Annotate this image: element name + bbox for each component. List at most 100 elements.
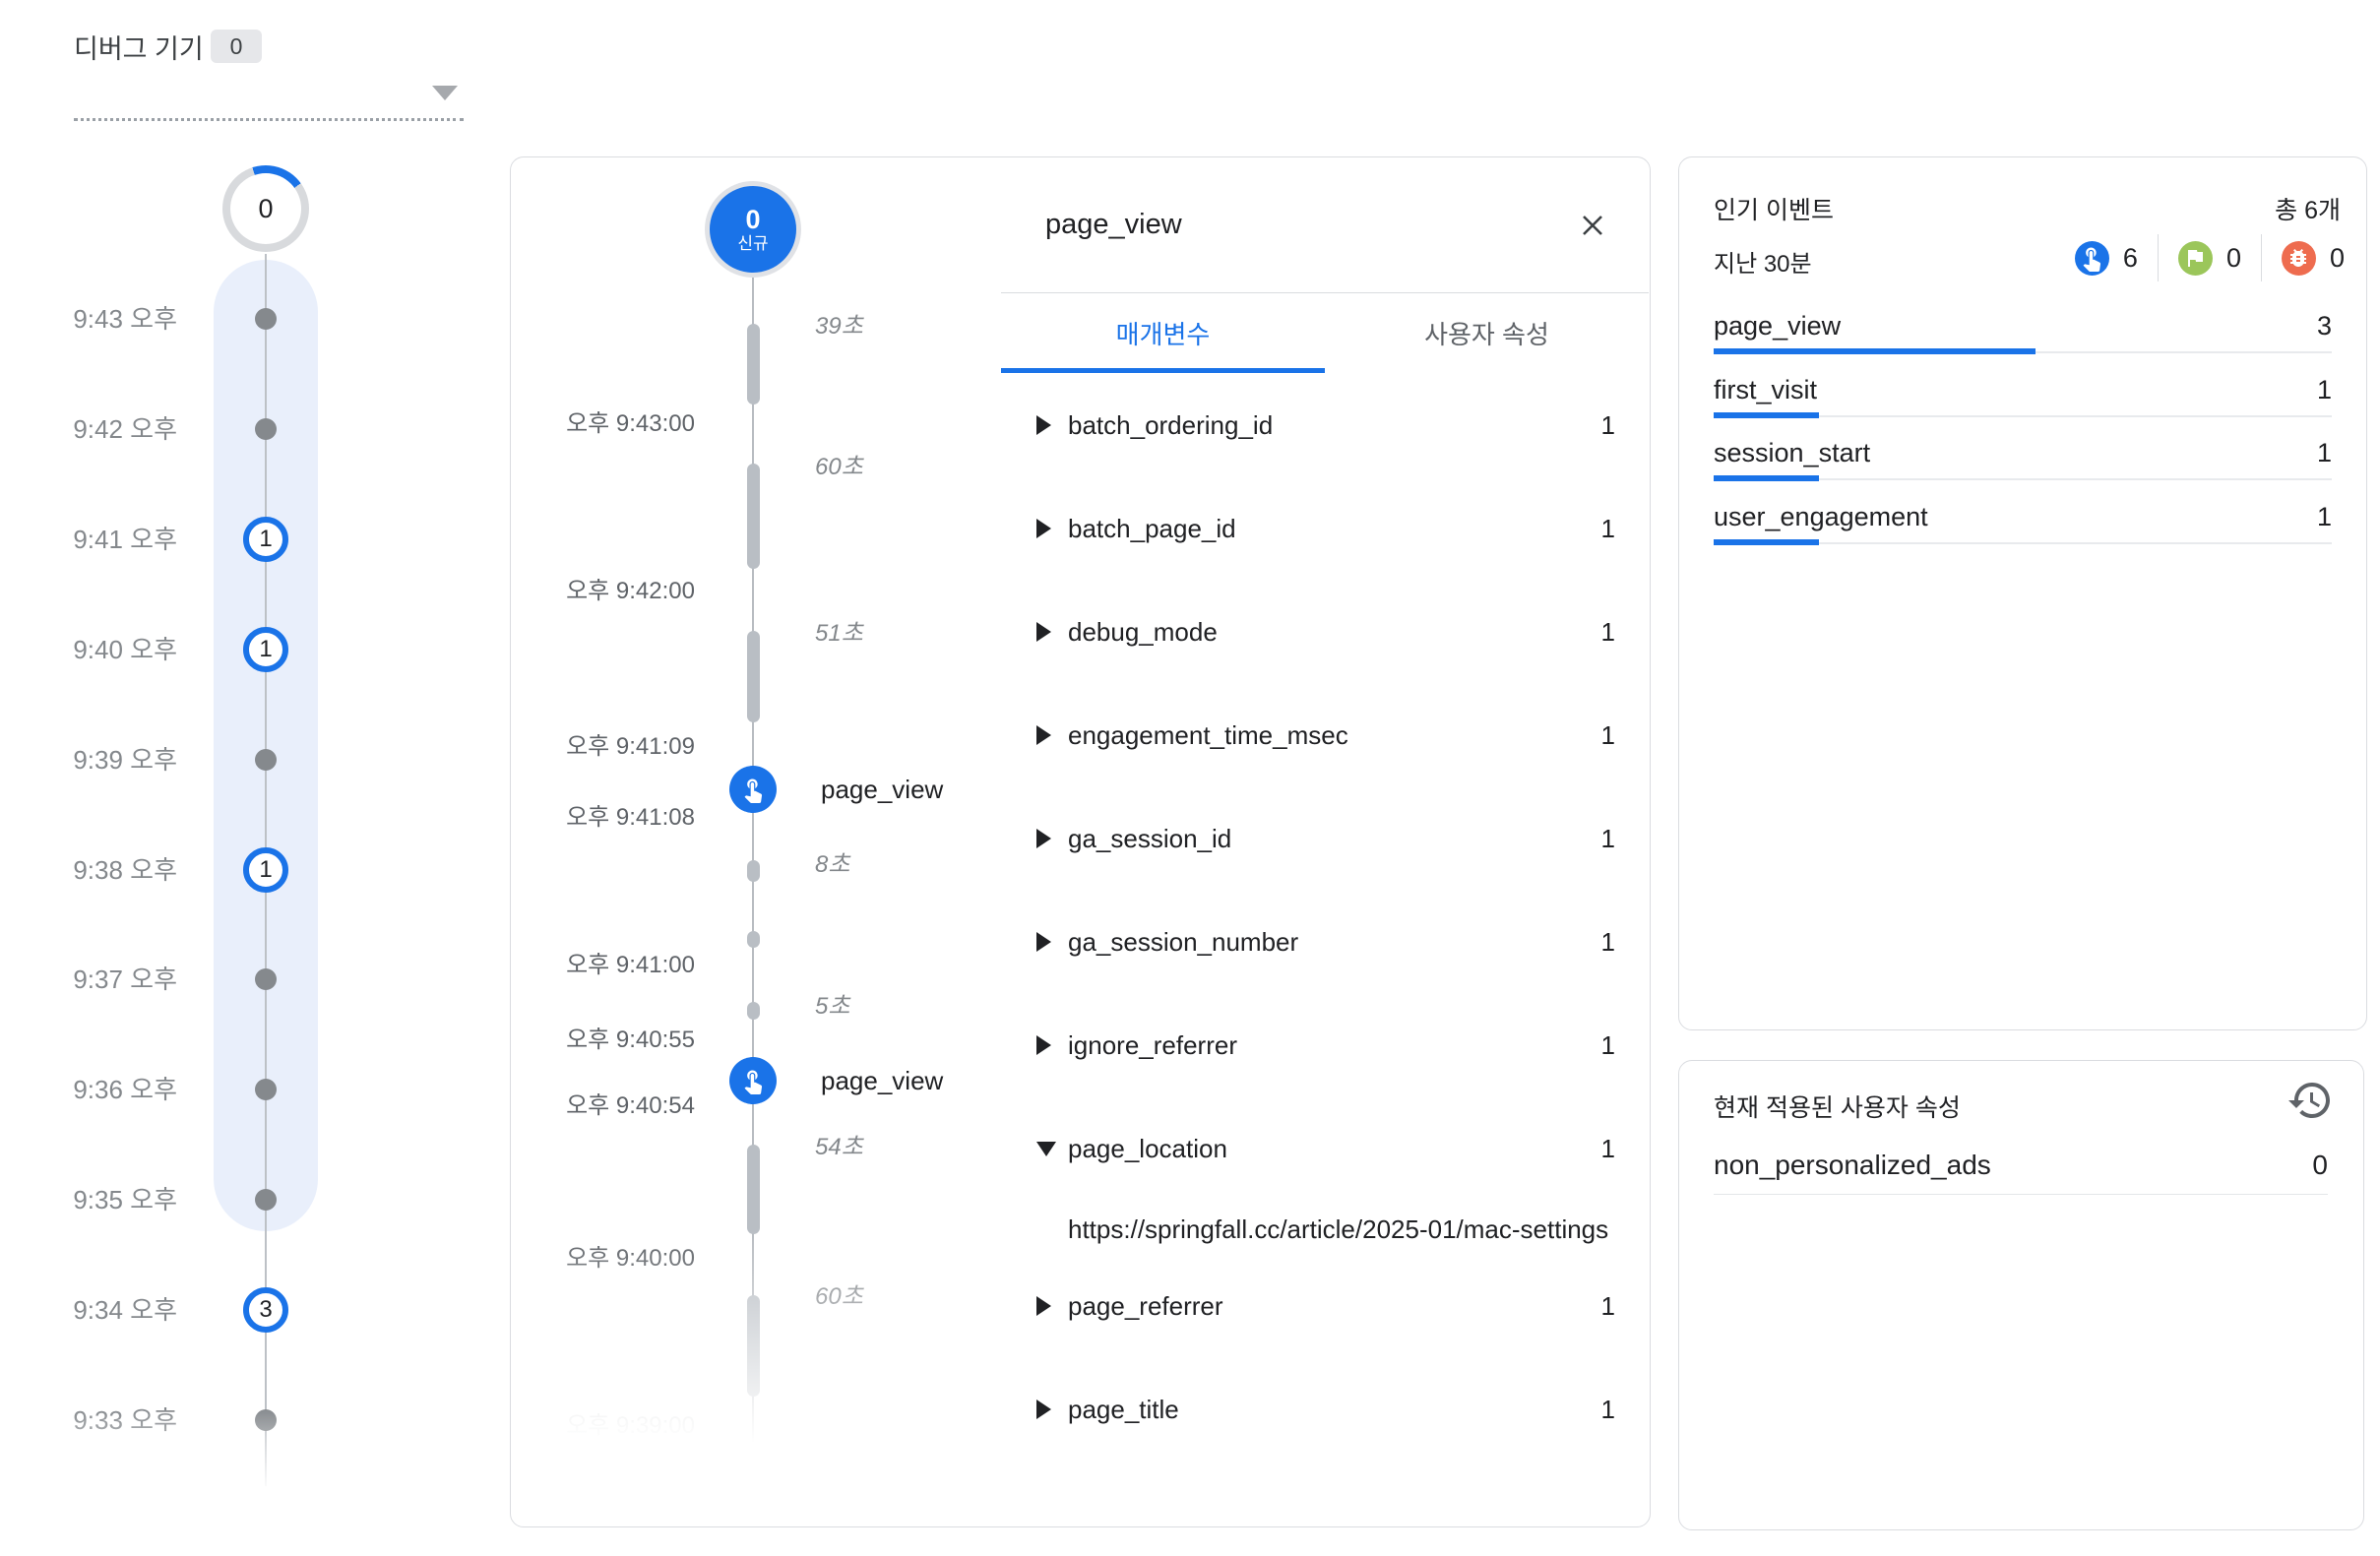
time-window-label: 지난 30분 (1714, 244, 1812, 279)
minute-time-label: 9:39 오후 (0, 734, 177, 785)
minute-event-badge[interactable]: 1 (243, 847, 288, 893)
minute-row: 9:35 오후 (0, 1174, 502, 1225)
tab-parameters[interactable]: 매개변수 (1001, 292, 1325, 373)
bug-icon-circle (2282, 241, 2316, 276)
engagement-segment (747, 1002, 760, 1020)
tap-icon (739, 776, 767, 803)
minute-dot (255, 1409, 277, 1431)
minute-row: 9:32 오후 (0, 1505, 502, 1556)
stream-event-icon[interactable] (729, 1057, 777, 1104)
minute-row: 9:43 오후 (0, 293, 502, 344)
minutes-summary-ring: 0 (222, 165, 309, 252)
param-count: 1 (1601, 409, 1615, 441)
param-name: debug_mode (1068, 616, 1601, 648)
param-name: ga_session_id (1068, 823, 1601, 854)
param-name: ignore_referrer (1068, 1029, 1601, 1061)
history-icon[interactable] (2286, 1077, 2334, 1124)
engagement-duration-label: 5초 (815, 992, 849, 1022)
user-property-rows: non_personalized_ads 0 (1714, 1140, 2328, 1195)
stream-timestamp: 오후 9:41:08 (511, 803, 695, 833)
minute-dot (255, 418, 277, 440)
minute-row: 9:41 오후 1 (0, 514, 502, 565)
param-row-expanded[interactable]: page_location 1 https://springfall.cc/ar… (1036, 1133, 1615, 1245)
minute-dot (255, 308, 277, 330)
minute-time-label: 9:35 오후 (0, 1174, 177, 1225)
param-row[interactable]: batch_page_id 1 (1036, 513, 1615, 544)
minute-row: 9:38 오후 1 (0, 844, 502, 896)
minute-event-badge[interactable]: 1 (243, 517, 288, 562)
bug-icon (2286, 246, 2310, 270)
device-select-dropdown[interactable] (74, 57, 464, 121)
param-count: 1 (1601, 1029, 1615, 1061)
user-property-row: non_personalized_ads 0 (1714, 1140, 2328, 1195)
minute-row: 9:42 오후 (0, 404, 502, 455)
top-event-row[interactable]: session_start 1 (1714, 432, 2332, 496)
expand-down-icon (1036, 1142, 1056, 1156)
event-type-counters: 6 0 0 (2075, 232, 2345, 283)
engagement-segment (747, 324, 760, 405)
event-stream-card: 오후 9:43:00오후 9:42:00오후 9:41:09오후 9:41:08… (510, 156, 1651, 1527)
param-row[interactable]: ignore_referrer 1 (1036, 1029, 1615, 1061)
param-list: batch_ordering_id 1 batch_page_id 1 debu… (1036, 409, 1615, 1497)
param-row[interactable]: ga_session_number 1 (1036, 926, 1615, 958)
minute-row: 9:36 오후 (0, 1064, 502, 1115)
minute-time-label: 9:40 오후 (0, 624, 177, 675)
expand-right-icon (1036, 829, 1051, 848)
stream-event-name[interactable]: page_view (821, 1065, 943, 1096)
param-name: engagement_time_msec (1068, 719, 1601, 751)
top-event-row[interactable]: first_visit 1 (1714, 369, 2332, 433)
param-row[interactable]: debug_mode 1 (1036, 616, 1615, 648)
stream-event-icon[interactable] (729, 766, 777, 813)
minute-event-badge[interactable]: 3 (243, 1287, 288, 1333)
expand-right-icon (1036, 622, 1051, 642)
minute-time-label: 9:41 오후 (0, 514, 177, 565)
param-count: 1 (1601, 1290, 1615, 1322)
event-counter[interactable]: 0 (2178, 241, 2241, 276)
top-event-row[interactable]: user_engagement 1 (1714, 496, 2332, 560)
top-event-row[interactable]: page_view 3 (1714, 305, 2332, 369)
minute-time-label: 9:36 오후 (0, 1064, 177, 1115)
counter-value: 0 (2330, 243, 2345, 274)
expand-right-icon (1036, 1296, 1051, 1316)
close-icon[interactable] (1576, 209, 1609, 242)
top-events-total: 총 6개 (2275, 191, 2341, 226)
stream-timestamp: 오후 9:41:00 (511, 951, 695, 980)
param-row[interactable]: ga_session_id 1 (1036, 823, 1615, 854)
minute-dot (255, 1520, 277, 1541)
param-row[interactable]: page_referrer 1 (1036, 1290, 1615, 1322)
event-count: 3 (2317, 311, 2332, 342)
minute-time-label: 9:33 오후 (0, 1395, 177, 1446)
event-name: user_engagement (1714, 502, 1928, 532)
event-counter[interactable]: 0 (2282, 241, 2345, 276)
engagement-segment (747, 1295, 760, 1397)
new-events-count: 0 (745, 205, 760, 234)
param-count: 1 (1601, 926, 1615, 958)
tap-icon-circle (2075, 241, 2109, 276)
tab-user-properties[interactable]: 사용자 속성 (1325, 292, 1649, 373)
stream-event-name[interactable]: page_view (821, 774, 943, 805)
stream-timestamp: 오후 9:43:00 (511, 409, 695, 439)
param-row[interactable]: engagement_time_msec 1 (1036, 719, 1615, 751)
minute-time-label: 9:38 오후 (0, 844, 177, 896)
event-name: page_view (1714, 311, 1841, 342)
counter-divider (2158, 234, 2159, 281)
minute-row: 9:39 오후 (0, 734, 502, 785)
expand-right-icon (1036, 725, 1051, 745)
event-counter[interactable]: 6 (2075, 241, 2138, 276)
counter-divider (2261, 234, 2262, 281)
param-count: 1 (1601, 823, 1615, 854)
counter-value: 0 (2226, 243, 2241, 274)
top-events-title: 인기 이벤트 (1714, 191, 1834, 226)
tap-icon (739, 1067, 767, 1094)
new-events-badge[interactable]: 0 신규 (705, 181, 801, 278)
engagement-segment (747, 631, 760, 722)
counter-value: 6 (2123, 243, 2138, 274)
minute-row: 9:34 오후 3 (0, 1284, 502, 1336)
param-name: ga_session_number (1068, 926, 1601, 958)
minute-event-badge[interactable]: 1 (243, 627, 288, 672)
param-name: batch_page_id (1068, 513, 1601, 544)
engagement-duration-label: 60초 (815, 1282, 863, 1312)
param-row[interactable]: batch_ordering_id 1 (1036, 409, 1615, 441)
param-row[interactable]: page_title 1 (1036, 1394, 1615, 1425)
minute-row: 9:37 오후 (0, 954, 502, 1005)
